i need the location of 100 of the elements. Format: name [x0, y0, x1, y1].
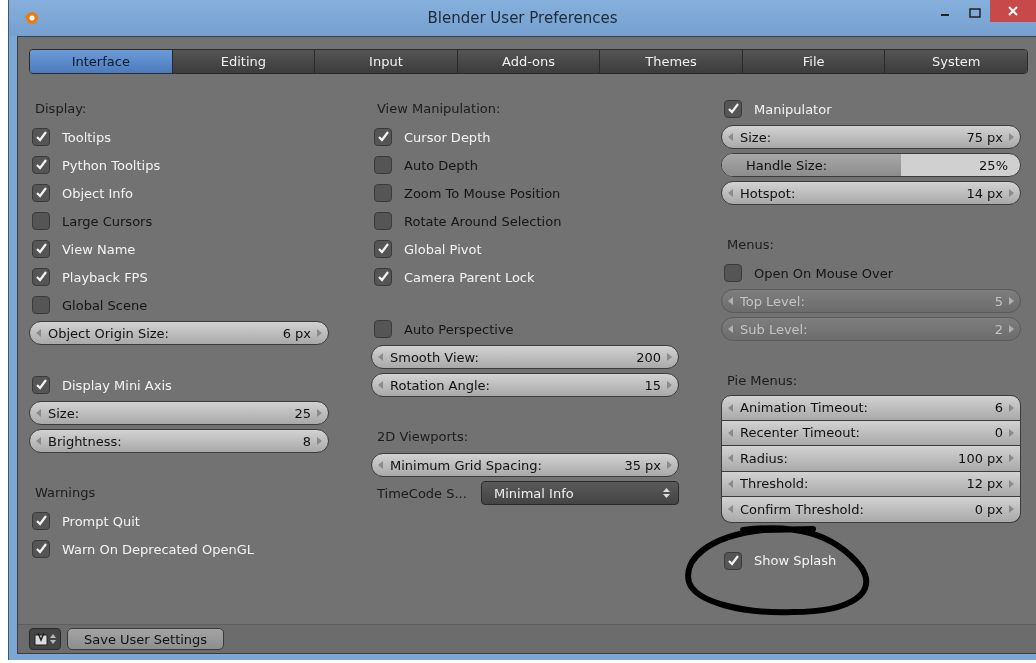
right-arrow-icon[interactable]: [1009, 428, 1014, 437]
number-field[interactable]: Size: 75 px: [721, 125, 1021, 149]
close-icon: [1008, 6, 1018, 16]
number-field: Sub Level: 2: [721, 317, 1021, 341]
right-arrow-icon[interactable]: [1009, 189, 1014, 197]
tab[interactable]: Input: [315, 50, 458, 73]
section-heading: Menus:: [726, 236, 775, 254]
checkbox-label: Manipulator: [754, 101, 832, 117]
tab[interactable]: Interface: [30, 50, 173, 73]
slider-field[interactable]: Handle Size: 25%: [721, 153, 1021, 177]
checkbox-label: Python Tooltips: [62, 157, 161, 173]
checkbox-label: Tooltips: [62, 129, 111, 145]
right-arrow-icon[interactable]: [317, 409, 322, 417]
checkbox-label: Playback FPS: [62, 269, 148, 285]
left-arrow-icon[interactable]: [378, 461, 383, 469]
close-button[interactable]: [990, 0, 1036, 22]
left-arrow-icon[interactable]: [378, 381, 383, 389]
left-arrow-icon[interactable]: [728, 428, 733, 437]
left-arrow-icon[interactable]: [36, 437, 41, 445]
checkbox[interactable]: [724, 264, 742, 282]
left-arrow-icon[interactable]: [728, 479, 733, 488]
checkbox[interactable]: [32, 212, 50, 230]
left-arrow-icon[interactable]: [728, 189, 733, 197]
tab[interactable]: System: [885, 50, 1027, 73]
right-arrow-icon[interactable]: [1009, 403, 1014, 412]
number-field[interactable]: Rotation Angle: 15: [371, 373, 679, 397]
left-arrow-icon[interactable]: [36, 409, 41, 417]
number-field[interactable]: Object Origin Size: 6 px: [29, 321, 329, 345]
section-heading: Display:: [34, 100, 88, 118]
number-field[interactable]: Recenter Timeout: 0: [721, 420, 1021, 446]
dropdown[interactable]: Minimal Info: [481, 481, 679, 505]
checkbox-label: Auto Perspective: [404, 321, 514, 337]
checkbox[interactable]: [374, 320, 392, 338]
number-field[interactable]: Smooth View: 200: [371, 345, 679, 369]
checkbox[interactable]: [374, 156, 392, 174]
tab[interactable]: Themes: [600, 50, 743, 73]
up-down-arrows-icon: [50, 633, 56, 645]
save-button[interactable]: Save User Settings: [67, 628, 225, 650]
number-field[interactable]: Size: 25: [29, 401, 329, 425]
up-down-arrows-icon: [663, 487, 670, 499]
number-field: Top Level: 5: [721, 289, 1021, 313]
checkbox[interactable]: [32, 296, 50, 314]
checkbox[interactable]: [374, 184, 392, 202]
checkbox[interactable]: [724, 100, 742, 118]
checkbox[interactable]: [724, 551, 742, 570]
checkbox-label: Cursor Depth: [404, 129, 491, 145]
window-title: Blender User Preferences: [426, 9, 619, 27]
checkbox[interactable]: [32, 512, 50, 530]
section-heading: Pie Menus:: [726, 372, 799, 390]
left-arrow-icon[interactable]: [378, 353, 383, 361]
checkbox-label: View Name: [62, 241, 136, 257]
right-arrow-icon[interactable]: [1009, 133, 1014, 141]
checkbox-label: Rotate Around Selection: [404, 213, 562, 229]
checkbox-label: Global Scene: [62, 297, 148, 313]
number-field[interactable]: Radius: 100 px: [721, 446, 1021, 472]
checkbox-label: Prompt Quit: [62, 513, 140, 529]
checkbox[interactable]: [32, 128, 50, 146]
left-arrow-icon[interactable]: [728, 505, 733, 514]
right-arrow-icon[interactable]: [1009, 505, 1014, 514]
logo-icon: [23, 11, 39, 25]
left-arrow-icon[interactable]: [728, 454, 733, 463]
editor-type-button[interactable]: [29, 628, 61, 650]
checkbox[interactable]: [374, 268, 392, 286]
checkbox-label: Camera Parent Lock: [404, 269, 535, 285]
right-arrow-icon[interactable]: [317, 437, 322, 445]
checkbox[interactable]: [32, 540, 50, 558]
left-arrow-icon[interactable]: [36, 329, 41, 337]
number-field[interactable]: Brightness: 8: [29, 429, 329, 453]
checkbox[interactable]: [32, 156, 50, 174]
maximize-icon: [969, 8, 981, 18]
checkbox[interactable]: [374, 212, 392, 230]
number-field[interactable]: Animation Timeout: 6: [721, 395, 1021, 421]
checkbox-label: Open On Mouse Over: [754, 265, 894, 281]
right-arrow-icon[interactable]: [667, 353, 672, 361]
right-arrow-icon[interactable]: [317, 329, 322, 337]
checkbox-label: Zoom To Mouse Position: [404, 185, 561, 201]
checkbox[interactable]: [32, 376, 50, 394]
checkbox[interactable]: [374, 128, 392, 146]
section-heading: View Manipulation:: [376, 100, 502, 118]
checkbox[interactable]: [32, 184, 50, 202]
checkbox[interactable]: [32, 268, 50, 286]
right-arrow-icon[interactable]: [667, 381, 672, 389]
right-arrow-icon[interactable]: [1009, 479, 1014, 488]
number-field[interactable]: Confirm Threshold: 0 px: [721, 497, 1021, 523]
dropdown-label: TimeCode S...: [376, 485, 468, 501]
number-field[interactable]: Threshold: 12 px: [721, 471, 1021, 497]
checkbox-label: Show Splash: [754, 553, 837, 568]
right-arrow-icon[interactable]: [1009, 454, 1014, 463]
checkbox-label: Display Mini Axis: [62, 377, 172, 393]
tab[interactable]: File: [742, 50, 886, 73]
checkbox[interactable]: [374, 240, 392, 258]
number-field[interactable]: Minimum Grid Spacing: 35 px: [371, 453, 679, 477]
right-arrow-icon[interactable]: [667, 461, 672, 469]
tab[interactable]: Editing: [172, 50, 316, 73]
left-arrow-icon[interactable]: [728, 133, 733, 141]
tab[interactable]: Add-ons: [457, 50, 601, 73]
editor-type-icon: [34, 632, 48, 646]
checkbox[interactable]: [32, 240, 50, 258]
number-field[interactable]: Hotspot: 14 px: [721, 181, 1021, 205]
left-arrow-icon[interactable]: [728, 403, 733, 412]
